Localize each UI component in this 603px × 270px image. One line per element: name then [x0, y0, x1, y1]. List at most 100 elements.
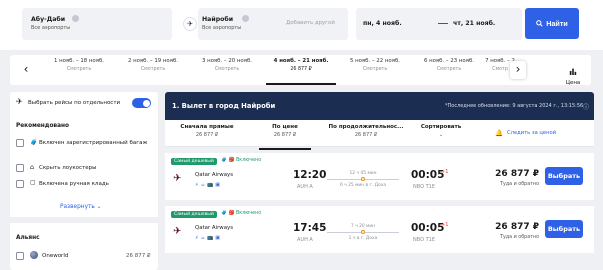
date-cell-2[interactable]: 2 нояб. – 19 нояб. Смотреть	[118, 58, 188, 72]
stopover: 6 ч 25 мин в г. Доха	[339, 183, 387, 188]
expand-link[interactable]: Развернуть ⌄	[60, 204, 102, 210]
duration: 12 ч 45 мин	[349, 171, 377, 176]
date-cell-price: Смотреть	[436, 67, 462, 72]
sort-direct-first[interactable]: Сначала прямые 26 877 ₽	[169, 124, 245, 138]
date-cell-range: 5 нояб. – 22 нояб.	[349, 58, 401, 64]
sort-bar: Сначала прямые 26 877 ₽ По цене 26 877 ₽…	[165, 120, 594, 150]
lowcost-label: Скрыть лоукостеры	[39, 165, 97, 171]
oneworld-price: 26 877 ₽	[126, 253, 151, 259]
carry-on-label: Включена ручная кладь	[39, 181, 109, 187]
search-icon	[536, 20, 543, 27]
flight-card[interactable]: Самый дешевый 🧳 🎒 Включено ✈ Qatar Airwa…	[165, 153, 594, 200]
flight-card[interactable]: Самый дешевый 🧳 🎒 Включено ✈ Qatar Airwa…	[165, 206, 594, 253]
choose-button[interactable]: Выбрать	[545, 167, 583, 185]
add-other-link[interactable]: Добавить другой	[286, 20, 335, 26]
return-date[interactable]: чт, 21 нояб.	[453, 20, 495, 27]
origin-sub: Все аэропорты	[31, 25, 71, 31]
date-cell-1[interactable]: 1 нояб. – 18 нояб. Смотреть	[44, 58, 114, 72]
sort-price: 26 877 ₽	[273, 132, 297, 138]
price-subtitle: Туда и обратно	[500, 235, 539, 240]
airline-name: Qatar Airways	[195, 225, 234, 231]
duration: 7 ч 20 мин	[350, 224, 376, 229]
filter-panel: ✈ Выбрать рейсы по отдельности Рекомендо…	[10, 92, 158, 270]
recommended-title: Рекомендовано	[16, 123, 70, 129]
choose-button[interactable]: Выбрать	[545, 220, 583, 238]
sort-label: По продолжительнос...	[328, 124, 404, 130]
destination-field[interactable]: Найроби Все аэропорты Добавить другой	[198, 8, 348, 40]
date-cell-5[interactable]: 5 нояб. – 22 нояб. Смотреть	[340, 58, 410, 72]
amenities-icons: ⚡☕📺▣	[195, 235, 222, 241]
baggage-checkbox[interactable]	[16, 139, 24, 147]
chevron-left-icon[interactable]: ‹	[18, 61, 34, 79]
included-label: Включено	[236, 158, 262, 163]
stop-marker	[361, 230, 365, 234]
included-bags: 🧳 🎒 Включено	[221, 158, 262, 163]
date-strip: ‹ 1 нояб. – 18 нояб. Смотреть 2 нояб. – …	[10, 55, 591, 86]
alliances-title: Альянс	[16, 235, 40, 241]
price-subtitle: Туда и обратно	[500, 182, 539, 187]
airline-logo-icon: ✈	[173, 226, 182, 237]
sort-label: По цене	[272, 124, 298, 130]
date-cell-6[interactable]: 6 нояб. – 23 нояб. Смотреть	[414, 58, 484, 72]
arrival-airport: NBO T1E	[413, 237, 436, 243]
separate-flights-label: Выбрать рейсы по отдельности	[28, 100, 121, 106]
chevron-right-icon[interactable]: ›	[510, 61, 526, 79]
chevron-down-icon: ⌄	[438, 132, 444, 138]
date-cell-range: 3 нояб. – 20 нояб.	[201, 58, 253, 64]
date-cell-price: Смотреть	[214, 67, 240, 72]
departure-time: 12:20	[293, 169, 327, 181]
sort-by-price-selected[interactable]: По цене 26 877 ₽	[259, 124, 311, 150]
baggage-label: Включен зарегистрированный багаж	[39, 140, 148, 146]
date-cell-range: 4 нояб. – 21 нояб.	[273, 58, 329, 64]
date-cell-4-selected[interactable]: 4 нояб. – 21 нояб. 26 877 ₽	[266, 58, 336, 85]
sort-price: 26 877 ₽	[195, 132, 219, 138]
included-label: Включено	[236, 211, 262, 216]
find-button-label: Найти	[546, 19, 568, 28]
results-header: 1. Вылет в город Найроби *Последнее обно…	[165, 92, 594, 120]
separate-flights-toggle[interactable]	[132, 98, 151, 108]
departure-airport: AUH A	[297, 184, 313, 190]
arrival-time: 00:05	[411, 222, 445, 234]
origin-field[interactable]: Абу-Даби Все аэропорты	[22, 8, 172, 40]
lowcost-checkbox[interactable]	[16, 164, 24, 172]
departure-time: 17:45	[293, 222, 327, 234]
clear-destination-icon[interactable]	[242, 15, 249, 22]
results-panel: 1. Вылет в город Найроби *Последнее обно…	[165, 92, 594, 270]
depart-date[interactable]: пн, 4 нояб.	[363, 20, 402, 27]
sort-dropdown[interactable]: Сортировать ⌄	[415, 124, 467, 138]
track-price-link[interactable]: Следить за ценой	[507, 130, 556, 136]
find-button[interactable]: Найти	[525, 8, 579, 39]
swap-plane-icon[interactable]: ✈	[183, 17, 197, 31]
date-separator	[438, 23, 448, 24]
date-cell-range: 6 нояб. – 23 нояб.	[423, 58, 475, 64]
info-icon[interactable]: ⓘ	[583, 102, 589, 111]
oneworld-logo-icon	[30, 251, 38, 259]
section-divider	[10, 217, 158, 223]
expand-label: Развернуть	[60, 204, 95, 210]
sort-by-duration[interactable]: По продолжительнос... 26 877 ₽	[323, 124, 409, 138]
carry-on-checkbox[interactable]	[16, 180, 24, 188]
stopover: 1 ч в г. Доха	[348, 236, 378, 241]
flight-price: 26 877 ₽	[495, 222, 539, 232]
clear-origin-icon[interactable]	[72, 15, 79, 22]
price-graph-label: Цена	[565, 80, 581, 86]
price-graph-button[interactable]: Цена	[558, 60, 588, 86]
date-cell-range: 1 нояб. – 18 нояб.	[53, 58, 105, 64]
arrival-airport: NBO T1E	[413, 184, 436, 190]
airline-logo-icon: ✈	[173, 173, 182, 184]
sort-price: 26 877 ₽	[354, 132, 378, 138]
cheapest-badge: Самый дешевый	[171, 211, 217, 218]
suitcase-icon: 🧳	[30, 139, 38, 146]
sort-label: Сначала прямые	[180, 124, 234, 130]
flight-price: 26 877 ₽	[495, 169, 539, 179]
origin-title: Абу-Даби	[31, 16, 66, 23]
date-cell-3[interactable]: 3 нояб. – 20 нояб. Смотреть	[192, 58, 262, 72]
date-cell-price: Смотреть	[140, 67, 166, 72]
results-title: 1. Вылет в город Найроби	[172, 102, 276, 110]
last-update: *Последнее обновление: 9 августа 2024 г.…	[445, 103, 584, 109]
sort-label: Сортировать	[420, 124, 462, 130]
dates-field[interactable]: пн, 4 нояб. чт, 21 нояб.	[356, 8, 522, 40]
oneworld-label: Oneworld	[42, 253, 69, 259]
oneworld-checkbox[interactable]	[16, 252, 24, 260]
date-cell-range: 2 нояб. – 19 нояб.	[127, 58, 179, 64]
